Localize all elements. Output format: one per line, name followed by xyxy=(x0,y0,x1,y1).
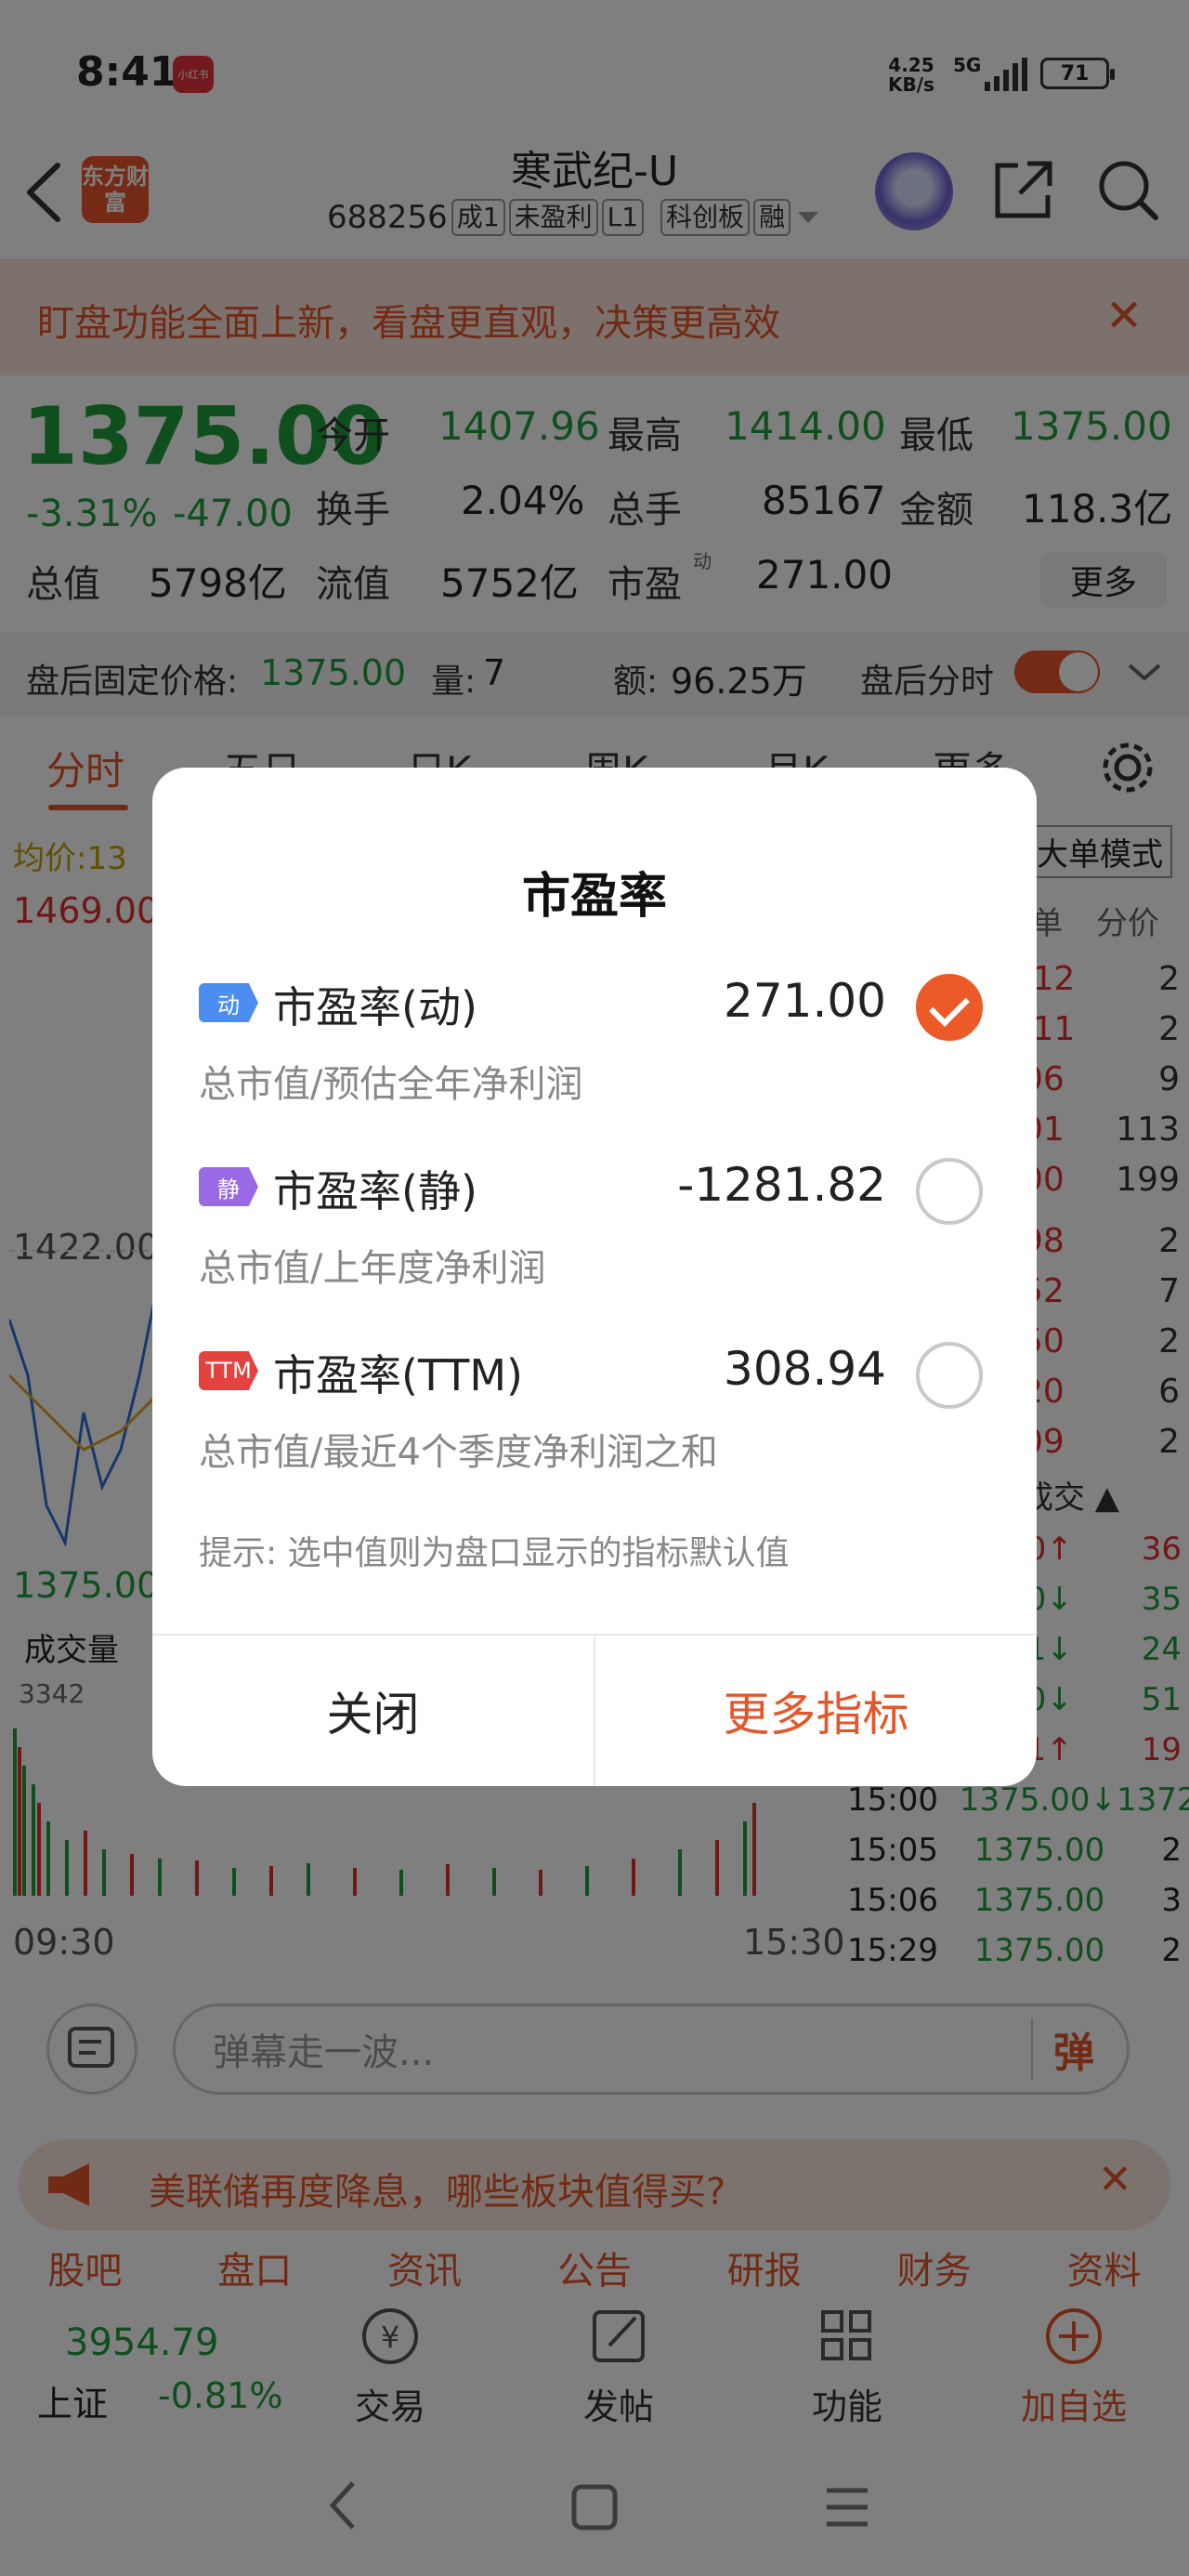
pe-option-desc: 总市值/上年度净利润 xyxy=(199,1247,546,1290)
pe-option-name: 市盈率(动) xyxy=(273,982,477,1032)
badge-dynamic: 动 xyxy=(199,983,258,1022)
radio-checked-icon[interactable] xyxy=(916,974,983,1041)
more-indicators-button[interactable]: 更多指标 xyxy=(595,1636,1037,1786)
radio-unchecked-icon[interactable] xyxy=(916,1342,983,1409)
pe-option-value: 271.00 xyxy=(724,974,886,1028)
pe-ratio-dialog: 市盈率 动 市盈率(动) 271.00 总市值/预估全年净利润 静 市盈率(静)… xyxy=(152,768,1037,1786)
pe-option-name: 市盈率(静) xyxy=(273,1166,477,1216)
pe-option-static[interactable]: 静 市盈率(静) -1281.82 总市值/上年度净利润 xyxy=(199,1158,998,1325)
pe-option-desc: 总市值/预估全年净利润 xyxy=(199,1063,583,1106)
pe-option-name: 市盈率(TTM) xyxy=(273,1350,523,1400)
close-button[interactable]: 关闭 xyxy=(152,1636,594,1786)
pe-option-desc: 总市值/最近4个季度净利润之和 xyxy=(199,1431,718,1474)
dialog-hint: 提示: 选中值则为盘口显示的指标默认值 xyxy=(199,1534,790,1572)
badge-static: 静 xyxy=(199,1167,258,1206)
pe-option-dynamic[interactable]: 动 市盈率(动) 271.00 总市值/预估全年净利润 xyxy=(199,974,998,1141)
badge-ttm: TTM xyxy=(199,1351,258,1390)
radio-unchecked-icon[interactable] xyxy=(916,1158,983,1225)
pe-option-value: -1281.82 xyxy=(677,1158,886,1212)
pe-option-value: 308.94 xyxy=(724,1342,886,1396)
dialog-title: 市盈率 xyxy=(521,869,667,925)
pe-option-ttm[interactable]: TTM 市盈率(TTM) 308.94 总市值/最近4个季度净利润之和 xyxy=(199,1342,998,1509)
